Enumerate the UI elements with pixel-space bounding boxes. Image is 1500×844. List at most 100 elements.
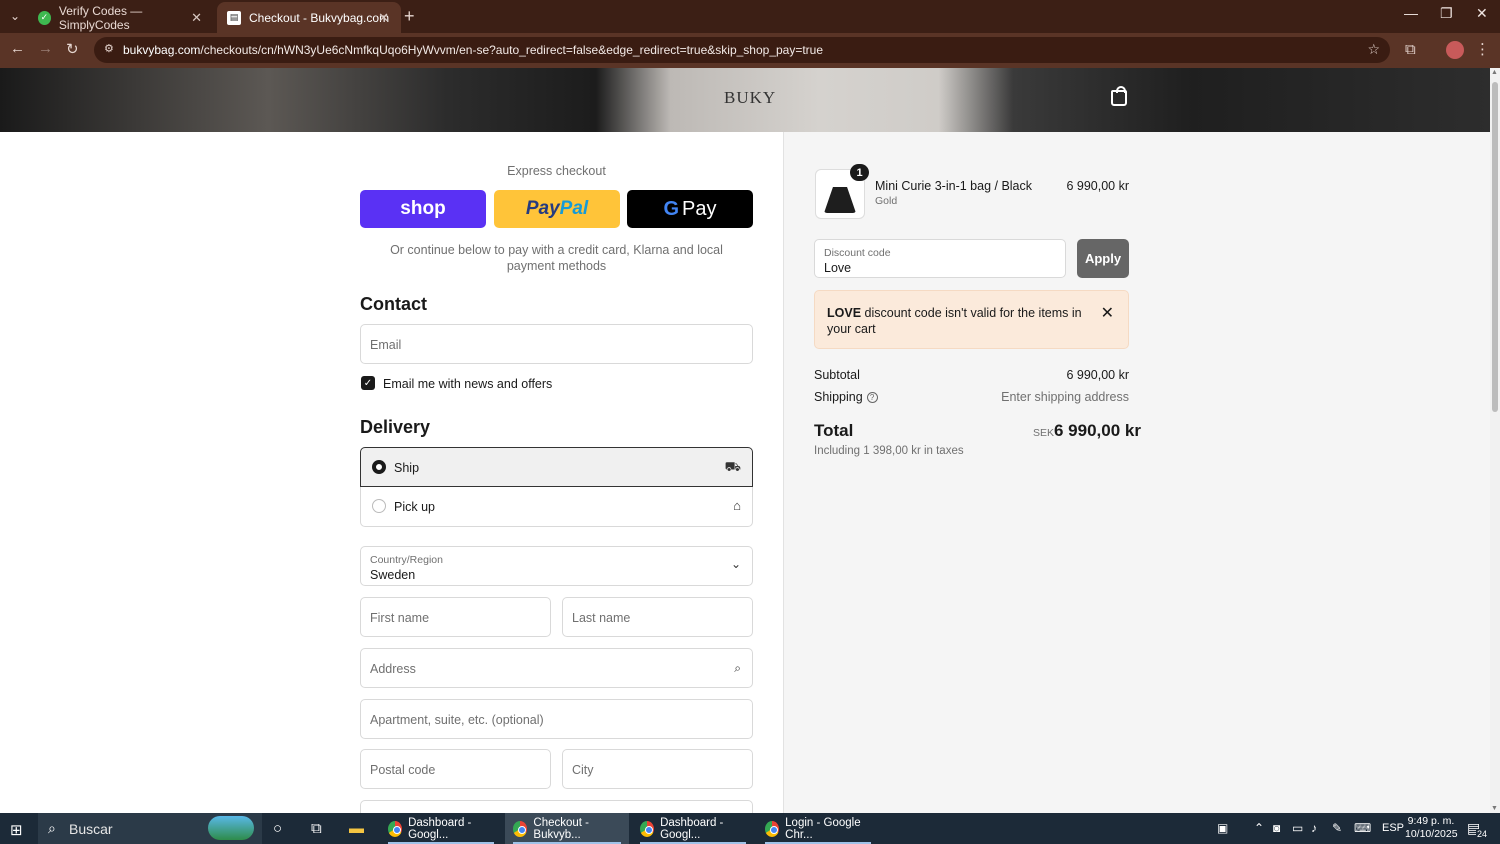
address-placeholder: Address <box>370 662 416 676</box>
taskbar-app-dashboard-1[interactable]: Dashboard - Googl... <box>380 813 502 844</box>
meet-now-icon[interactable]: ◙ <box>1273 821 1280 835</box>
minimize-icon[interactable]: — <box>1404 5 1418 21</box>
order-summary-panel <box>784 132 1490 813</box>
ship-label: Ship <box>394 461 420 475</box>
tab-simplycodes[interactable]: ✓ Verify Codes — SimplyCodes ✕ <box>28 2 214 33</box>
page-icon: ▤ <box>227 10 241 25</box>
system-clock[interactable]: 9:49 p. m. 10/10/2025 <box>1405 815 1458 841</box>
more-menu-icon[interactable]: ⋮ <box>1475 40 1490 58</box>
google-pay-button[interactable]: G Pay <box>627 190 753 228</box>
subtotal-label: Subtotal <box>814 368 860 382</box>
clock-time: 9:49 p. m. <box>1407 815 1455 827</box>
tab-search-chevron-icon[interactable]: ⌄ <box>5 6 25 26</box>
first-name-field[interactable]: First name <box>360 597 551 637</box>
shipping-value: Enter shipping address <box>1001 390 1129 404</box>
shop-pay-button[interactable]: shop <box>360 190 486 228</box>
reload-icon[interactable]: ↻ <box>66 40 79 58</box>
profile-avatar[interactable] <box>1446 41 1464 59</box>
chevron-down-icon: ⌄ <box>730 557 741 571</box>
country-label: Country/Region <box>370 554 443 566</box>
bag-image <box>824 187 856 213</box>
site-info-icon[interactable]: ⚙ <box>104 42 114 55</box>
column-divider <box>783 132 784 813</box>
task-view-icon[interactable]: ⧉ <box>311 820 322 837</box>
new-tab-icon[interactable]: + <box>404 6 415 27</box>
close-window-icon[interactable]: ✕ <box>1476 5 1488 22</box>
pickup-radio[interactable] <box>372 499 386 513</box>
language-indicator[interactable]: ESP <box>1382 822 1404 834</box>
extensions-icon[interactable]: ⧉ <box>1405 41 1416 58</box>
google-pay-label: Pay <box>682 197 717 220</box>
taskbar-app-checkout[interactable]: Checkout - Bukvyb... <box>505 813 629 844</box>
help-icon[interactable]: ? <box>866 392 878 403</box>
apartment-field[interactable]: Apartment, suite, etc. (optional) <box>360 699 753 739</box>
scroll-down-icon[interactable]: ▼ <box>1491 805 1498 812</box>
keyboard-layout-icon[interactable]: ▣ <box>1217 821 1228 835</box>
network-icon[interactable]: ▭ <box>1292 821 1303 835</box>
discount-label: Discount code <box>824 247 891 259</box>
last-name-field[interactable]: Last name <box>562 597 753 637</box>
taskbar-app-label: Dashboard - Googl... <box>660 816 724 841</box>
country-select[interactable]: Country/Region Sweden ⌄ <box>360 546 753 586</box>
close-tab-icon[interactable]: ✕ <box>191 10 202 26</box>
pen-icon[interactable]: ✎ <box>1332 821 1342 835</box>
cortana-icon[interactable]: ○ <box>273 820 282 837</box>
taxes-note: Including 1 398,00 kr in taxes <box>814 445 964 457</box>
back-icon[interactable]: ← <box>10 40 25 57</box>
close-icon[interactable]: ✕ <box>1101 303 1114 323</box>
discount-error-alert: LOVE discount code isn't valid for the i… <box>814 290 1129 349</box>
taskbar-app-login[interactable]: Login - Google Chr... <box>757 813 879 844</box>
product-price: 6 990,00 kr <box>1066 179 1129 193</box>
postal-code-field[interactable]: Postal code <box>360 749 551 789</box>
discount-code-field[interactable]: Discount code Love <box>814 239 1066 278</box>
file-explorer-icon[interactable]: ▬ <box>349 820 364 837</box>
chevron-up-icon[interactable]: ⌃ <box>1254 821 1264 835</box>
address-field[interactable]: Address ⌕ <box>360 648 753 688</box>
shopping-bag-icon[interactable] <box>1111 86 1127 106</box>
volume-icon[interactable]: ♪ <box>1311 821 1317 835</box>
page-scrollbar[interactable]: ▲ ▼ <box>1490 68 1500 813</box>
email-field[interactable]: Email <box>360 324 753 364</box>
search-icon: ⌕ <box>48 820 56 836</box>
forward-icon[interactable]: → <box>38 40 53 57</box>
google-g-icon: G <box>663 197 680 220</box>
ship-option[interactable]: Ship ⛟ <box>360 447 753 487</box>
phone-field[interactable] <box>360 800 753 813</box>
ship-radio[interactable] <box>372 460 386 474</box>
continue-text: Or continue below to pay with a credit c… <box>390 243 723 273</box>
windows-start-icon[interactable]: ⊞ <box>10 821 23 839</box>
city-field[interactable]: City <box>562 749 753 789</box>
clock-date: 10/10/2025 <box>1405 828 1458 840</box>
taskbar-app-label: Checkout - Bukvyb... <box>533 816 590 841</box>
close-tab-icon[interactable]: ✕ <box>378 10 389 26</box>
total-currency: SEK <box>1033 427 1055 439</box>
paypal-button[interactable]: PayPal <box>494 190 620 228</box>
shop-pay-logo: shop <box>400 198 446 219</box>
taskbar-app-dashboard-2[interactable]: Dashboard - Googl... <box>632 813 754 844</box>
header-banner: BUKY <box>0 68 1490 132</box>
restore-icon[interactable]: ❐ <box>1440 5 1453 22</box>
tab-title: Verify Codes — SimplyCodes <box>58 3 143 32</box>
newsletter-label[interactable]: Email me with news and offers <box>383 377 552 391</box>
first-name-placeholder: First name <box>370 611 430 625</box>
apply-button[interactable]: Apply <box>1077 239 1129 278</box>
country-value: Sweden <box>370 568 416 582</box>
total-value: 6 990,00 kr <box>1054 421 1141 440</box>
newsletter-checkbox[interactable]: ✓ <box>361 376 375 390</box>
tab-title: Checkout - Bukvybag.com <box>249 10 390 25</box>
last-name-placeholder: Last name <box>572 611 631 625</box>
windows-taskbar: ⊞ ⌕ Buscar ○ ⧉ ▬ Dashboard - Googl... Ch… <box>0 813 1500 844</box>
store-logo[interactable]: BUKY <box>724 88 776 108</box>
taskbar-search[interactable]: ⌕ Buscar <box>38 813 262 844</box>
tab-checkout[interactable]: ▤ Checkout - Bukvybag.com ✕ <box>217 2 401 33</box>
scroll-up-icon[interactable]: ▲ <box>1491 69 1498 76</box>
pickup-option[interactable]: Pick up ⌂ <box>360 487 753 527</box>
pickup-label: Pick up <box>394 500 435 514</box>
notification-count: 24 <box>1476 829 1489 839</box>
scroll-thumb[interactable] <box>1492 82 1498 412</box>
browser-toolbar: ← → ↻ ⚙ bukvybag.com/checkouts/cn/hWN3yU… <box>0 33 1500 68</box>
quantity-badge: 1 <box>850 164 869 181</box>
touch-keyboard-icon[interactable]: ⌨ <box>1354 821 1371 835</box>
bookmark-star-icon[interactable]: ☆ <box>1367 41 1380 58</box>
address-bar[interactable]: ⚙ bukvybag.com/checkouts/cn/hWN3yUe6cNmf… <box>94 37 1390 63</box>
